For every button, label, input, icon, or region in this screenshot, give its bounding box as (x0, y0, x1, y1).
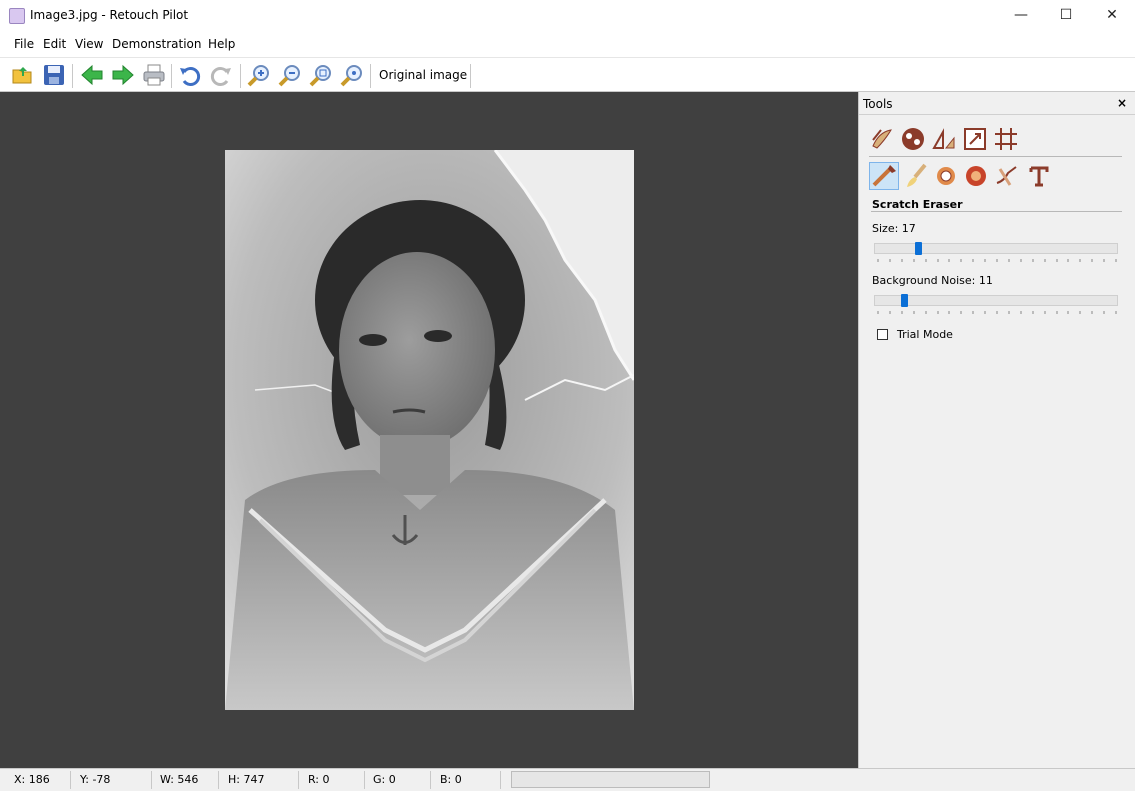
tools-panel-close-button[interactable]: × (1117, 96, 1127, 110)
status-separator (500, 771, 501, 789)
status-separator (151, 771, 152, 789)
object-tool-icon[interactable] (994, 163, 1020, 189)
zoom-actual-icon[interactable] (340, 63, 364, 87)
menu-demonstration[interactable]: Demonstration (112, 37, 202, 51)
close-button[interactable]: ✕ (1089, 0, 1135, 31)
tools-panel: Tools × Scratch Eraser Size: 17 Backgrou… (858, 92, 1135, 768)
status-separator (70, 771, 71, 789)
status-separator (364, 771, 365, 789)
menu-file[interactable]: File (14, 37, 34, 51)
status-bar: X: 186 Y: -78 W: 546 H: 747 R: 0 G: 0 B:… (0, 768, 1135, 791)
resize-group-icon[interactable] (962, 126, 988, 152)
maximize-button[interactable]: ☐ (1043, 0, 1089, 31)
trial-mode-label[interactable]: Trial Mode (897, 328, 953, 341)
window-title: Image3.jpg - Retouch Pilot (30, 8, 189, 22)
background-noise-slider-thumb[interactable] (901, 294, 908, 307)
status-green: G: 0 (373, 773, 396, 786)
scratch-eraser-icon (872, 165, 896, 187)
status-progress-bar (511, 771, 710, 788)
portrait-photo (225, 150, 634, 710)
panel-divider (859, 114, 1135, 115)
toolbar-separator (370, 64, 371, 88)
undo-icon[interactable] (178, 63, 202, 87)
status-separator (218, 771, 219, 789)
image-canvas[interactable] (0, 92, 858, 768)
size-slider-thumb[interactable] (915, 242, 922, 255)
app-icon (9, 8, 25, 24)
minimize-button[interactable]: — (998, 0, 1044, 31)
status-blue: B: 0 (440, 773, 462, 786)
section-divider (871, 211, 1122, 212)
toolbar: Original image (0, 57, 1135, 92)
status-separator (430, 771, 431, 789)
tool-section-title: Scratch Eraser (872, 198, 963, 211)
zoom-fit-icon[interactable] (309, 63, 333, 87)
geometry-group-icon[interactable] (931, 126, 957, 152)
open-folder-icon[interactable] (11, 63, 35, 87)
menu-help[interactable]: Help (208, 37, 235, 51)
status-x: X: 186 (14, 773, 50, 786)
toolbar-separator (72, 64, 73, 88)
brush-tool-icon[interactable] (903, 163, 929, 189)
tool-group-divider (869, 156, 1122, 157)
size-slider-ticks (877, 259, 1117, 262)
size-label: Size: 17 (872, 222, 916, 235)
background-noise-slider-ticks (877, 311, 1117, 314)
tools-panel-title: Tools (863, 97, 893, 111)
patch-tool-icon[interactable] (933, 163, 959, 189)
text-tool-icon[interactable] (1026, 163, 1052, 189)
status-red: R: 0 (308, 773, 330, 786)
menu-view[interactable]: View (75, 37, 103, 51)
zoom-in-icon[interactable] (247, 63, 271, 87)
title-bar: Image3.jpg - Retouch Pilot — ☐ ✕ (0, 0, 1135, 31)
crop-group-icon[interactable] (993, 126, 1019, 152)
status-height: H: 747 (228, 773, 265, 786)
trial-mode-checkbox[interactable] (877, 329, 888, 340)
original-image-button[interactable]: Original image (379, 68, 467, 82)
retouch-group-icon[interactable] (869, 126, 895, 152)
scratch-eraser-tool-selected[interactable] (869, 162, 899, 190)
menu-bar: File Edit View Demonstration Help (0, 31, 1135, 57)
back-arrow-icon[interactable] (80, 63, 104, 87)
photo-image[interactable] (225, 150, 634, 710)
forward-arrow-icon[interactable] (111, 63, 135, 87)
save-icon[interactable] (42, 63, 66, 87)
texture-tool-icon[interactable] (963, 163, 989, 189)
print-icon[interactable] (142, 63, 166, 87)
zoom-out-icon[interactable] (278, 63, 302, 87)
toolbar-separator (171, 64, 172, 88)
background-noise-label: Background Noise: 11 (872, 274, 993, 287)
redo-icon[interactable] (209, 63, 233, 87)
menu-edit[interactable]: Edit (43, 37, 66, 51)
toolbar-separator (240, 64, 241, 88)
status-separator (298, 771, 299, 789)
color-group-icon[interactable] (900, 126, 926, 152)
toolbar-separator (470, 64, 471, 88)
size-slider[interactable] (874, 242, 1118, 255)
status-y: Y: -78 (80, 773, 111, 786)
background-noise-slider[interactable] (874, 294, 1118, 307)
status-width: W: 546 (160, 773, 199, 786)
